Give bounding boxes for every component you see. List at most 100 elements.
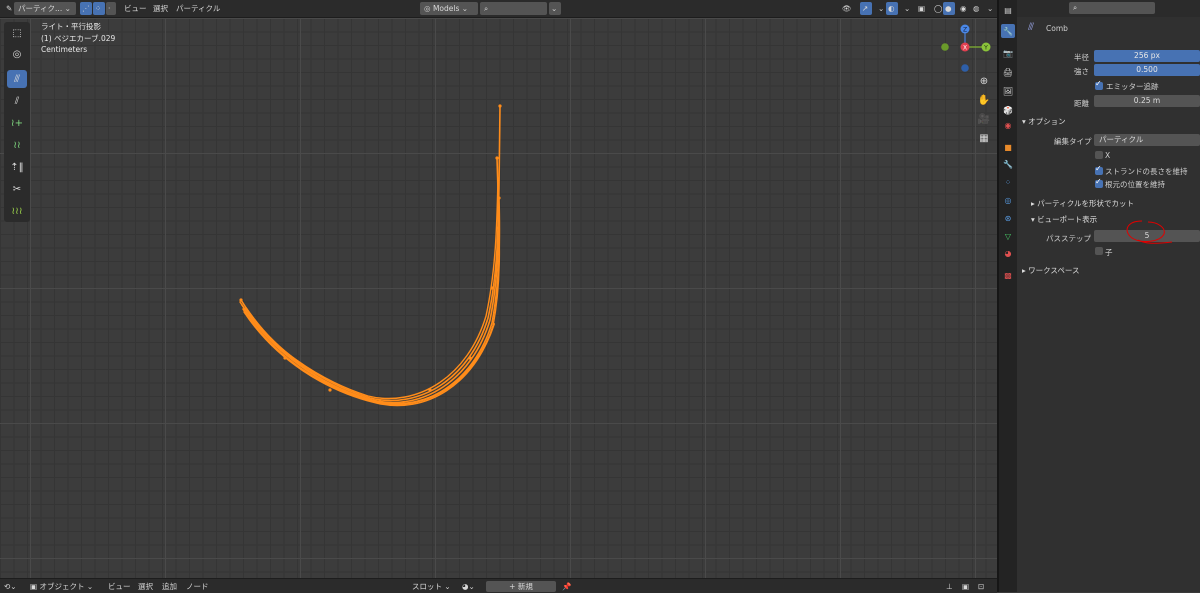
menu-view[interactable]: ビュー	[120, 2, 151, 15]
point-mode-icon: ⁘	[95, 4, 102, 13]
select-mode-path-button[interactable]: ⋰	[80, 2, 92, 15]
navigation-gizmo[interactable]: Z Y X	[935, 18, 997, 78]
preserve-root-label: 根元の位置を維持	[1105, 180, 1165, 189]
menu-select[interactable]: 選択	[149, 2, 172, 15]
new-material-button[interactable]: + 新規	[486, 581, 556, 592]
orientation-dropdown[interactable]: ◎ Models ⌄	[420, 2, 478, 15]
texture-icon: ▩	[1004, 270, 1012, 280]
preserve-length-checkbox[interactable]	[1095, 164, 1103, 175]
pin-button[interactable]: 📌	[562, 581, 571, 592]
overlay-icon: ◐	[888, 4, 895, 13]
children-checkbox[interactable]	[1095, 247, 1103, 255]
preserve-root-checkbox[interactable]	[1095, 177, 1103, 188]
radius-label: 半径	[1074, 53, 1089, 62]
tab-material[interactable]: ◕	[1001, 246, 1015, 260]
tool-select-box[interactable]: ⬚	[7, 24, 27, 42]
viewport-display-section[interactable]: ▾ ビューポート表示	[1031, 214, 1097, 225]
hair-strands[interactable]	[0, 18, 997, 578]
cut-icon: ✂	[12, 183, 22, 195]
camera-view-button[interactable]: 🎥	[976, 112, 992, 127]
search-input[interactable]: ⌕	[480, 2, 547, 15]
overlay-dropdown[interactable]: ⌄	[900, 2, 914, 15]
tab-scene[interactable]: 🎲	[1001, 103, 1015, 117]
mode-dropdown[interactable]: パーティク... ⌄	[14, 2, 76, 15]
properties-header: ⌕	[1017, 0, 1200, 17]
select-mode-point-button[interactable]: ⁘	[93, 2, 105, 15]
scene-icon: 🎲	[1003, 105, 1013, 115]
strength-field[interactable]: 0.500	[1094, 64, 1200, 76]
tab-world[interactable]: ◉	[1001, 118, 1015, 132]
menu-select[interactable]: 選択	[138, 581, 153, 592]
shading-rendered[interactable]: ◍	[969, 2, 984, 15]
editor-type-button[interactable]: ▤	[1001, 3, 1015, 17]
tip-mode-icon: ·	[108, 4, 111, 13]
menu-add[interactable]: 追加	[162, 581, 177, 592]
cursor-icon: ◎	[12, 48, 22, 60]
material-sphere-icon: ◕⌄	[462, 582, 475, 591]
tab-object[interactable]: ■	[1001, 140, 1015, 154]
radius-field[interactable]: 256 px	[1094, 50, 1200, 62]
properties-tabs: ▤ 🔧 📷 🖨 🖼 🎲 ◉ ■ 🔧 ⁘ ◎ ⊛ ▽ ◕ ▩	[999, 0, 1017, 592]
weight-icon: ≀≀≀	[11, 205, 23, 217]
menu-view[interactable]: ビュー	[108, 581, 131, 592]
menu-particle[interactable]: パーティクル	[172, 2, 224, 15]
tab-tool[interactable]: 🔧	[1001, 24, 1015, 38]
tab-particles[interactable]: ⁘	[1001, 175, 1015, 189]
tool-cursor[interactable]: ◎	[7, 45, 27, 63]
strand-point	[378, 400, 382, 404]
object-mode-dropdown[interactable]: ▣ オブジェクト ⌄	[30, 581, 93, 592]
snap-button[interactable]: ⊥	[946, 581, 953, 592]
slot-dropdown[interactable]: スロット ⌄	[412, 581, 451, 592]
overlay-toggle[interactable]: ◐	[886, 2, 898, 15]
tab-modifiers[interactable]: 🔧	[1001, 157, 1015, 171]
tool-smooth[interactable]: ⫽	[7, 92, 27, 110]
shading-solid[interactable]: ●	[943, 2, 955, 15]
zoom-button[interactable]: ⊕	[976, 74, 992, 89]
tab-physics[interactable]: ◎	[1001, 193, 1015, 207]
smooth-icon: ⫽	[14, 95, 20, 107]
strength-label: 強さ	[1074, 67, 1089, 76]
edit-type-dropdown[interactable]: パーティクル	[1094, 134, 1200, 146]
xray-toggle[interactable]: ▣	[914, 2, 929, 15]
puff-icon: ⇡‖	[10, 161, 24, 173]
strand-point	[239, 298, 243, 302]
object-icon: ■	[1004, 142, 1012, 152]
tool-puff[interactable]: ⇡‖	[7, 158, 27, 176]
overlay-button[interactable]: ⊡	[978, 581, 984, 592]
tab-data[interactable]: ▽	[1001, 229, 1015, 243]
strand-point	[498, 104, 502, 108]
tool-comb[interactable]: ⫻	[7, 70, 27, 88]
tool-add[interactable]: ≀+	[7, 114, 27, 132]
distance-field[interactable]: 0.25 m	[1094, 95, 1200, 107]
select-mode-tip-button[interactable]: ·	[106, 2, 116, 15]
tab-render[interactable]: 📷	[1001, 46, 1015, 60]
material-browse[interactable]: ◕⌄	[462, 581, 475, 592]
visibility-button[interactable]: 👁	[838, 2, 856, 15]
tab-constraints[interactable]: ⊛	[1001, 211, 1015, 225]
gizmo-neg-y	[941, 43, 949, 51]
cut-by-shape-section[interactable]: ▸ パーティクルを形状でカット	[1031, 198, 1134, 209]
editor-type-button[interactable]: ⟲⌄	[4, 581, 17, 592]
perspective-toggle[interactable]: ▦	[976, 131, 992, 146]
pan-button[interactable]: ✋	[976, 93, 992, 108]
tab-output[interactable]: 🖨	[1001, 65, 1015, 79]
workspace-section[interactable]: ▸ ワークスペース	[1022, 265, 1080, 276]
snap-icon: ⊥	[946, 582, 953, 591]
3d-viewport[interactable]: ライト・平行投影 (1) ベジエカーブ.029 Centimeters Z Y …	[0, 18, 997, 578]
tool-weight[interactable]: ≀≀≀	[7, 202, 27, 220]
tab-texture[interactable]: ▩	[1001, 268, 1015, 282]
menu-node[interactable]: ノード	[186, 581, 209, 592]
tool-length[interactable]: ≀≀	[7, 136, 27, 154]
tool-cut[interactable]: ✂	[7, 180, 27, 198]
tab-view-layer[interactable]: 🖼	[1001, 84, 1015, 98]
properties-search-input[interactable]: ⌕	[1069, 2, 1155, 14]
gizmo-toggle[interactable]: ↗	[860, 2, 872, 15]
strand-point	[496, 226, 500, 230]
backdrop-button[interactable]: ▣	[962, 581, 969, 592]
shading-dropdown[interactable]: ⌄	[983, 2, 997, 15]
options-section[interactable]: ▾ オプション	[1022, 116, 1066, 127]
emitter-checkbox[interactable]	[1095, 79, 1103, 90]
snap-dropdown[interactable]: ⌄	[549, 2, 561, 15]
wrench-icon: 🔧	[1003, 159, 1013, 169]
x-mirror-checkbox[interactable]	[1095, 151, 1103, 159]
